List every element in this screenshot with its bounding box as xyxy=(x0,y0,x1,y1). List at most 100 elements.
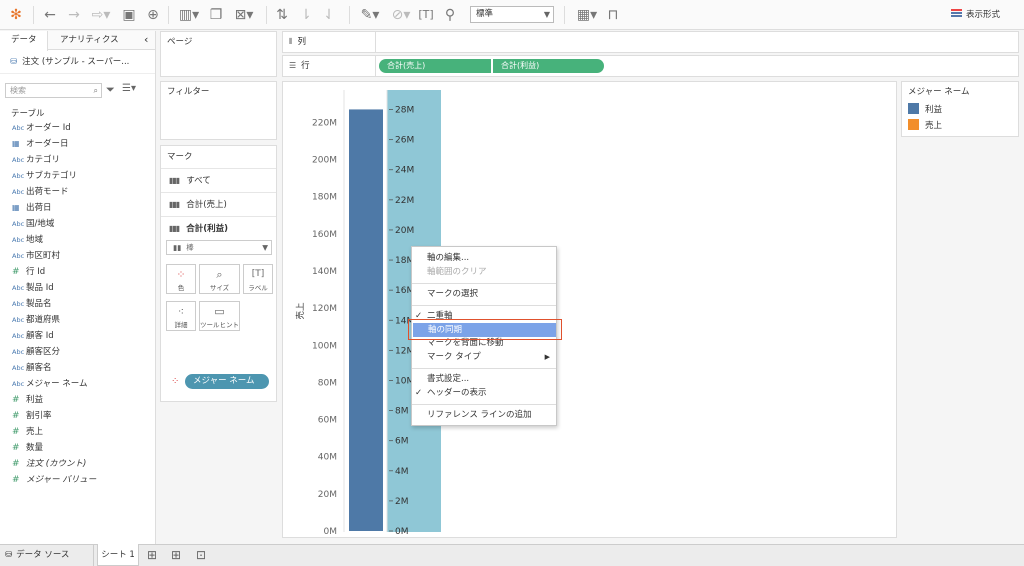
field-item[interactable]: Abc 市区町村 xyxy=(0,248,155,264)
fit-select[interactable]: 標準 ▼ xyxy=(470,6,554,23)
filter-fields-icon[interactable]: ⏷ xyxy=(106,83,115,97)
field-item[interactable]: ▦ 出荷日 xyxy=(0,200,155,216)
field-item[interactable]: Abc 製品名 xyxy=(0,296,155,312)
field-item[interactable]: Abc 顧客名 xyxy=(0,360,155,376)
string-type-icon: Abc xyxy=(12,364,25,372)
field-item[interactable]: Abc 国/地域 xyxy=(0,216,155,232)
tab-data[interactable]: データ xyxy=(0,31,48,51)
new-worksheet-icon[interactable]: ⊞ xyxy=(147,548,157,562)
toolbar-divider xyxy=(33,6,34,24)
field-name: 行 Id xyxy=(26,267,46,277)
marks-tab-sales[interactable]: ▮▮▮ 合計(売上) xyxy=(161,192,276,216)
field-item[interactable]: Abc 地域 xyxy=(0,232,155,248)
field-item[interactable]: # メジャー バリュー xyxy=(0,472,155,488)
string-type-icon: Abc xyxy=(12,284,25,292)
tab-analytics[interactable]: アナリティクス xyxy=(60,31,119,50)
menu-item-select-marks[interactable]: マークの選択 xyxy=(412,287,558,301)
field-item[interactable]: # 数量 xyxy=(0,440,155,456)
field-item[interactable]: Abc 顧客区分 xyxy=(0,344,155,360)
menu-item-mark-type[interactable]: マーク タイプ ▶ xyxy=(412,350,558,364)
new-dashboard-icon[interactable]: ⊞ xyxy=(171,548,181,562)
left-axis-tick-label: 180M xyxy=(312,193,337,203)
field-item[interactable]: Abc 都道府県 xyxy=(0,312,155,328)
data-source-item[interactable]: ⛁ 注文 (サンプル - スーパー... xyxy=(0,50,155,74)
tooltip-button[interactable]: ▭ ツールヒント xyxy=(199,301,240,331)
swap-rows-columns-icon[interactable]: ⇅ xyxy=(274,6,290,24)
mark-type-select[interactable]: ▮▮ 棒 ▼ xyxy=(166,240,272,255)
field-item[interactable]: Abc サブカテゴリ xyxy=(0,168,155,184)
sheet-tab[interactable]: シート 1 xyxy=(97,544,139,566)
highlight-icon[interactable]: ✎▾ xyxy=(357,6,383,24)
columns-shelf[interactable]: ⦀ 列 xyxy=(282,31,1019,53)
sort-ascending-icon[interactable]: ⇂ xyxy=(298,6,314,24)
string-type-icon: Abc xyxy=(12,220,25,228)
size-button[interactable]: ⌕ サイズ xyxy=(199,264,240,294)
color-button[interactable]: ⁘ 色 xyxy=(166,264,196,294)
field-item[interactable]: # 割引率 xyxy=(0,408,155,424)
new-data-source-icon[interactable]: ⊕ xyxy=(145,6,161,24)
new-worksheet-icon[interactable]: ▥▾ xyxy=(176,6,202,24)
filters-card[interactable]: フィルター xyxy=(160,81,277,140)
show-cards-icon[interactable]: ▦▾ xyxy=(574,6,600,24)
rows-shelf[interactable]: ☰ 行 合計(売上) 合計(利益) xyxy=(282,55,1019,77)
marks-tab-label: 合計(売上) xyxy=(186,200,227,210)
string-type-icon: Abc xyxy=(12,124,25,132)
field-item[interactable]: Abc 製品 Id xyxy=(0,280,155,296)
number-type-icon: # xyxy=(12,443,20,453)
replace-data-source-icon[interactable]: ⇨▾ xyxy=(88,6,114,24)
field-item[interactable]: Abc 出荷モード xyxy=(0,184,155,200)
data-pane-tabs: データ アナリティクス ‹ xyxy=(0,31,155,51)
pages-card-title: ページ xyxy=(167,37,193,47)
measure-names-color-pill[interactable]: メジャー ネーム xyxy=(185,374,269,389)
legend-label: 売上 xyxy=(925,121,943,131)
clear-sheet-icon[interactable]: ⊠▾ xyxy=(230,6,258,24)
presentation-mode-icon[interactable]: ⊓ xyxy=(605,6,621,24)
color-encoding-icon: ⁘ xyxy=(171,376,180,387)
legend-item[interactable]: 売上 xyxy=(902,118,1018,134)
string-type-icon: Abc xyxy=(12,316,25,324)
marks-tab-all[interactable]: ▮▮▮ すべて xyxy=(161,168,276,192)
save-icon[interactable]: ▣ xyxy=(121,6,137,24)
field-item[interactable]: Abc カテゴリ xyxy=(0,152,155,168)
menu-item-format[interactable]: 書式設定... xyxy=(412,372,558,386)
label-button[interactable]: [T] ラベル xyxy=(243,264,273,294)
string-type-icon: Abc xyxy=(12,300,25,308)
new-story-icon[interactable]: ⊡ xyxy=(196,548,206,562)
legend-label: 利益 xyxy=(925,105,943,115)
menu-item-add-reference-line[interactable]: リファレンス ラインの追加 xyxy=(412,408,558,422)
search-input[interactable]: 検索 ⌕ xyxy=(5,83,102,98)
rows-pill-sales[interactable]: 合計(売上) xyxy=(379,59,491,73)
menu-item-show-header[interactable]: ✓ ヘッダーの表示 xyxy=(412,386,558,400)
menu-item-edit-axis[interactable]: 軸の編集... xyxy=(412,251,558,265)
marks-tab-profit[interactable]: ▮▮▮ 合計(利益) xyxy=(161,216,276,240)
field-item[interactable]: # 利益 xyxy=(0,392,155,408)
columns-shelf-label: ⦀ 列 xyxy=(283,32,376,52)
view-options-icon[interactable]: ☰▾ xyxy=(122,83,136,94)
show-mark-labels-icon[interactable]: [T] xyxy=(418,6,434,24)
field-item[interactable]: Abc 顧客 Id xyxy=(0,328,155,344)
field-item[interactable]: # 注文 (カウント) xyxy=(0,456,155,472)
color-button-label: 色 xyxy=(177,284,185,292)
group-members-icon[interactable]: ⊘▾ xyxy=(388,6,414,24)
field-item[interactable]: Abc オーダー Id xyxy=(0,120,155,136)
show-me-button[interactable]: 表示形式 xyxy=(951,7,1000,23)
field-name: メジャー バリュー xyxy=(26,475,97,485)
data-source-tab[interactable]: ⛁ データ ソース xyxy=(0,545,94,566)
sort-descending-icon[interactable]: ⇃ xyxy=(321,6,337,24)
legend-item[interactable]: 利益 xyxy=(902,102,1018,118)
rows-pill-profit[interactable]: 合計(利益) xyxy=(493,59,604,73)
detail-button[interactable]: ⁖ 詳細 xyxy=(166,301,196,331)
collapse-pane-icon[interactable]: ‹ xyxy=(144,31,148,50)
duplicate-sheet-icon[interactable]: ❐ xyxy=(208,6,224,24)
right-axis-tick-label: 20M xyxy=(395,226,414,236)
redo-icon[interactable]: → xyxy=(65,6,83,24)
field-item[interactable]: ▦ オーダー日 xyxy=(0,136,155,152)
field-item[interactable]: Abc メジャー ネーム xyxy=(0,376,155,392)
undo-icon[interactable]: ← xyxy=(41,6,59,24)
fix-axes-icon[interactable]: ⚲ xyxy=(442,6,458,24)
field-item[interactable]: # 売上 xyxy=(0,424,155,440)
pages-card[interactable]: ページ xyxy=(160,31,277,77)
field-item[interactable]: # 行 Id xyxy=(0,264,155,280)
field-name: 都道府県 xyxy=(26,315,61,325)
tableau-logo-icon[interactable]: ✻ xyxy=(8,6,24,24)
